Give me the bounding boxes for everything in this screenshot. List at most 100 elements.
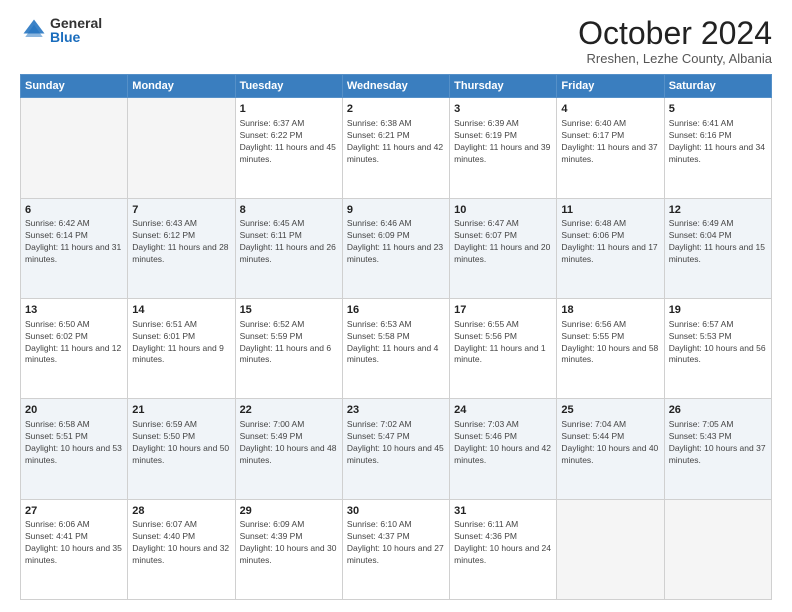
col-sunday: Sunday bbox=[21, 75, 128, 98]
month-title: October 2024 bbox=[578, 16, 772, 51]
calendar-week-row: 20Sunrise: 6:58 AM Sunset: 5:51 PM Dayli… bbox=[21, 399, 772, 499]
table-row: 1Sunrise: 6:37 AM Sunset: 6:22 PM Daylig… bbox=[235, 98, 342, 198]
table-row: 6Sunrise: 6:42 AM Sunset: 6:14 PM Daylig… bbox=[21, 198, 128, 298]
day-number: 16 bbox=[347, 303, 445, 318]
day-info: Sunrise: 6:56 AM Sunset: 5:55 PM Dayligh… bbox=[561, 319, 659, 367]
day-info: Sunrise: 6:48 AM Sunset: 6:06 PM Dayligh… bbox=[561, 218, 659, 266]
day-number: 25 bbox=[561, 403, 659, 418]
table-row: 9Sunrise: 6:46 AM Sunset: 6:09 PM Daylig… bbox=[342, 198, 449, 298]
day-info: Sunrise: 6:10 AM Sunset: 4:37 PM Dayligh… bbox=[347, 519, 445, 567]
day-number: 10 bbox=[454, 203, 552, 218]
day-info: Sunrise: 6:57 AM Sunset: 5:53 PM Dayligh… bbox=[669, 319, 767, 367]
table-row: 22Sunrise: 7:00 AM Sunset: 5:49 PM Dayli… bbox=[235, 399, 342, 499]
table-row: 3Sunrise: 6:39 AM Sunset: 6:19 PM Daylig… bbox=[450, 98, 557, 198]
col-friday: Friday bbox=[557, 75, 664, 98]
table-row bbox=[664, 499, 771, 599]
title-block: October 2024 Rreshen, Lezhe County, Alba… bbox=[578, 16, 772, 66]
day-info: Sunrise: 6:58 AM Sunset: 5:51 PM Dayligh… bbox=[25, 419, 123, 467]
table-row: 28Sunrise: 6:07 AM Sunset: 4:40 PM Dayli… bbox=[128, 499, 235, 599]
table-row: 16Sunrise: 6:53 AM Sunset: 5:58 PM Dayli… bbox=[342, 298, 449, 398]
day-info: Sunrise: 6:06 AM Sunset: 4:41 PM Dayligh… bbox=[25, 519, 123, 567]
table-row: 26Sunrise: 7:05 AM Sunset: 5:43 PM Dayli… bbox=[664, 399, 771, 499]
day-info: Sunrise: 6:11 AM Sunset: 4:36 PM Dayligh… bbox=[454, 519, 552, 567]
day-info: Sunrise: 6:55 AM Sunset: 5:56 PM Dayligh… bbox=[454, 319, 552, 367]
calendar-week-row: 27Sunrise: 6:06 AM Sunset: 4:41 PM Dayli… bbox=[21, 499, 772, 599]
day-number: 15 bbox=[240, 303, 338, 318]
day-info: Sunrise: 6:37 AM Sunset: 6:22 PM Dayligh… bbox=[240, 118, 338, 166]
day-number: 24 bbox=[454, 403, 552, 418]
logo-general-label: General bbox=[50, 16, 102, 30]
col-tuesday: Tuesday bbox=[235, 75, 342, 98]
table-row: 14Sunrise: 6:51 AM Sunset: 6:01 PM Dayli… bbox=[128, 298, 235, 398]
day-info: Sunrise: 6:52 AM Sunset: 5:59 PM Dayligh… bbox=[240, 319, 338, 367]
day-info: Sunrise: 6:53 AM Sunset: 5:58 PM Dayligh… bbox=[347, 319, 445, 367]
day-number: 23 bbox=[347, 403, 445, 418]
col-saturday: Saturday bbox=[664, 75, 771, 98]
day-info: Sunrise: 7:02 AM Sunset: 5:47 PM Dayligh… bbox=[347, 419, 445, 467]
logo: General Blue bbox=[20, 16, 102, 44]
day-info: Sunrise: 6:50 AM Sunset: 6:02 PM Dayligh… bbox=[25, 319, 123, 367]
day-number: 11 bbox=[561, 203, 659, 218]
day-info: Sunrise: 6:42 AM Sunset: 6:14 PM Dayligh… bbox=[25, 218, 123, 266]
table-row: 4Sunrise: 6:40 AM Sunset: 6:17 PM Daylig… bbox=[557, 98, 664, 198]
calendar-header-row: Sunday Monday Tuesday Wednesday Thursday… bbox=[21, 75, 772, 98]
table-row: 31Sunrise: 6:11 AM Sunset: 4:36 PM Dayli… bbox=[450, 499, 557, 599]
table-row: 13Sunrise: 6:50 AM Sunset: 6:02 PM Dayli… bbox=[21, 298, 128, 398]
table-row: 29Sunrise: 6:09 AM Sunset: 4:39 PM Dayli… bbox=[235, 499, 342, 599]
table-row: 19Sunrise: 6:57 AM Sunset: 5:53 PM Dayli… bbox=[664, 298, 771, 398]
day-info: Sunrise: 6:47 AM Sunset: 6:07 PM Dayligh… bbox=[454, 218, 552, 266]
table-row: 17Sunrise: 6:55 AM Sunset: 5:56 PM Dayli… bbox=[450, 298, 557, 398]
day-info: Sunrise: 6:43 AM Sunset: 6:12 PM Dayligh… bbox=[132, 218, 230, 266]
logo-blue-label: Blue bbox=[50, 30, 102, 44]
day-number: 20 bbox=[25, 403, 123, 418]
day-info: Sunrise: 6:49 AM Sunset: 6:04 PM Dayligh… bbox=[669, 218, 767, 266]
day-number: 28 bbox=[132, 504, 230, 519]
calendar-week-row: 6Sunrise: 6:42 AM Sunset: 6:14 PM Daylig… bbox=[21, 198, 772, 298]
day-info: Sunrise: 7:04 AM Sunset: 5:44 PM Dayligh… bbox=[561, 419, 659, 467]
day-number: 31 bbox=[454, 504, 552, 519]
day-info: Sunrise: 6:09 AM Sunset: 4:39 PM Dayligh… bbox=[240, 519, 338, 567]
day-number: 30 bbox=[347, 504, 445, 519]
header: General Blue October 2024 Rreshen, Lezhe… bbox=[20, 16, 772, 66]
table-row: 12Sunrise: 6:49 AM Sunset: 6:04 PM Dayli… bbox=[664, 198, 771, 298]
table-row: 18Sunrise: 6:56 AM Sunset: 5:55 PM Dayli… bbox=[557, 298, 664, 398]
day-number: 9 bbox=[347, 203, 445, 218]
calendar-table: Sunday Monday Tuesday Wednesday Thursday… bbox=[20, 74, 772, 600]
col-thursday: Thursday bbox=[450, 75, 557, 98]
day-info: Sunrise: 6:41 AM Sunset: 6:16 PM Dayligh… bbox=[669, 118, 767, 166]
day-number: 5 bbox=[669, 102, 767, 117]
table-row bbox=[557, 499, 664, 599]
day-info: Sunrise: 6:38 AM Sunset: 6:21 PM Dayligh… bbox=[347, 118, 445, 166]
day-info: Sunrise: 6:51 AM Sunset: 6:01 PM Dayligh… bbox=[132, 319, 230, 367]
calendar-week-row: 1Sunrise: 6:37 AM Sunset: 6:22 PM Daylig… bbox=[21, 98, 772, 198]
day-info: Sunrise: 6:46 AM Sunset: 6:09 PM Dayligh… bbox=[347, 218, 445, 266]
day-number: 22 bbox=[240, 403, 338, 418]
day-number: 12 bbox=[669, 203, 767, 218]
table-row: 7Sunrise: 6:43 AM Sunset: 6:12 PM Daylig… bbox=[128, 198, 235, 298]
day-info: Sunrise: 6:07 AM Sunset: 4:40 PM Dayligh… bbox=[132, 519, 230, 567]
day-number: 3 bbox=[454, 102, 552, 117]
col-monday: Monday bbox=[128, 75, 235, 98]
table-row: 10Sunrise: 6:47 AM Sunset: 6:07 PM Dayli… bbox=[450, 198, 557, 298]
day-info: Sunrise: 6:59 AM Sunset: 5:50 PM Dayligh… bbox=[132, 419, 230, 467]
day-number: 29 bbox=[240, 504, 338, 519]
day-number: 26 bbox=[669, 403, 767, 418]
page: General Blue October 2024 Rreshen, Lezhe… bbox=[0, 0, 792, 612]
day-number: 6 bbox=[25, 203, 123, 218]
day-number: 17 bbox=[454, 303, 552, 318]
day-info: Sunrise: 6:45 AM Sunset: 6:11 PM Dayligh… bbox=[240, 218, 338, 266]
day-number: 1 bbox=[240, 102, 338, 117]
day-info: Sunrise: 6:40 AM Sunset: 6:17 PM Dayligh… bbox=[561, 118, 659, 166]
table-row: 11Sunrise: 6:48 AM Sunset: 6:06 PM Dayli… bbox=[557, 198, 664, 298]
calendar-week-row: 13Sunrise: 6:50 AM Sunset: 6:02 PM Dayli… bbox=[21, 298, 772, 398]
logo-icon bbox=[20, 16, 48, 44]
table-row bbox=[21, 98, 128, 198]
table-row: 21Sunrise: 6:59 AM Sunset: 5:50 PM Dayli… bbox=[128, 399, 235, 499]
day-number: 14 bbox=[132, 303, 230, 318]
day-info: Sunrise: 7:05 AM Sunset: 5:43 PM Dayligh… bbox=[669, 419, 767, 467]
day-number: 19 bbox=[669, 303, 767, 318]
day-number: 4 bbox=[561, 102, 659, 117]
table-row: 15Sunrise: 6:52 AM Sunset: 5:59 PM Dayli… bbox=[235, 298, 342, 398]
day-number: 27 bbox=[25, 504, 123, 519]
day-info: Sunrise: 7:03 AM Sunset: 5:46 PM Dayligh… bbox=[454, 419, 552, 467]
